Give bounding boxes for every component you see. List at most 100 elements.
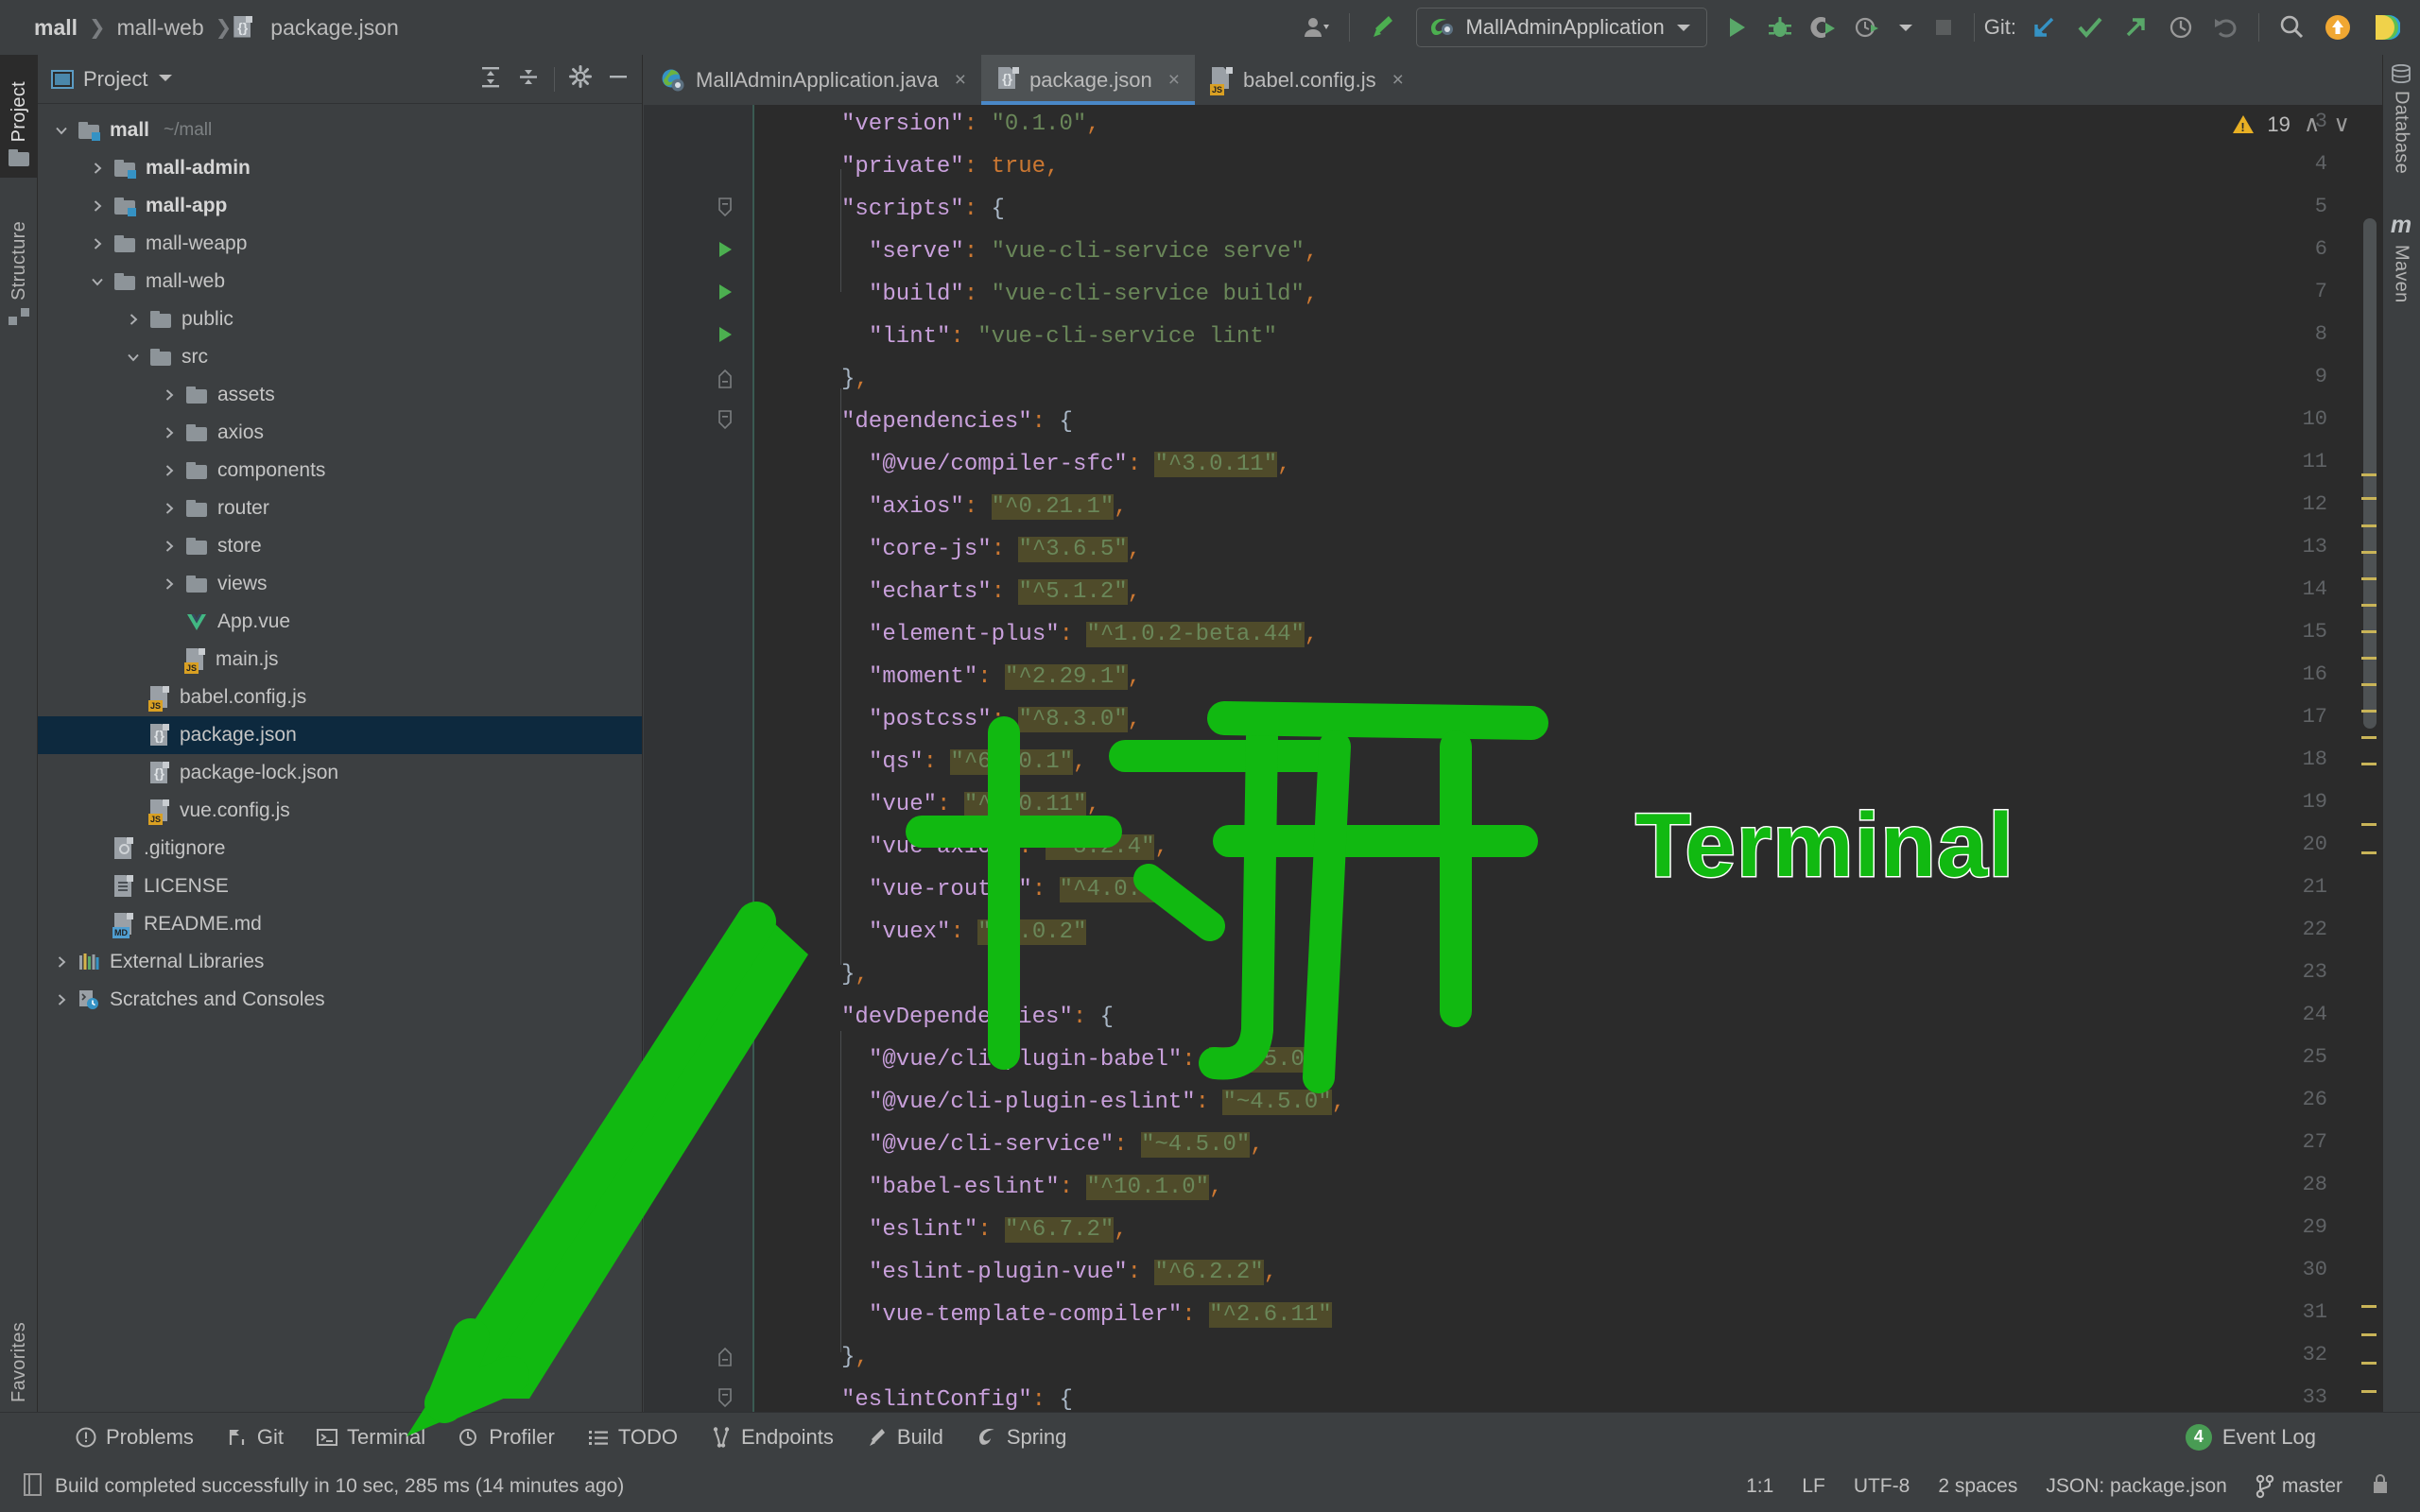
history-icon[interactable] bbox=[2158, 6, 2204, 49]
lock-icon[interactable] bbox=[2371, 1471, 2390, 1502]
inspection-tick[interactable] bbox=[2361, 710, 2377, 713]
chevron-right-icon[interactable] bbox=[159, 387, 180, 403]
inspection-tick[interactable] bbox=[2361, 551, 2377, 554]
code-line[interactable]: "eslint": "^6.7.2", bbox=[814, 1217, 1128, 1243]
chevron-right-icon[interactable] bbox=[51, 954, 72, 970]
inspection-tick[interactable] bbox=[2361, 577, 2377, 580]
code-line[interactable]: "version": "0.1.0", bbox=[814, 113, 1100, 136]
tree-node-babel-config-js[interactable]: JS babel.config.js bbox=[38, 679, 642, 716]
line-separator[interactable]: LF bbox=[1802, 1475, 1825, 1498]
fold-open-gutter-icon[interactable] bbox=[712, 409, 738, 437]
code-line[interactable]: "vuex": "^4.0.2" bbox=[814, 919, 1087, 945]
tree-node-axios[interactable]: axios bbox=[38, 414, 642, 452]
code-line[interactable]: "vue-template-compiler": "^2.6.11" bbox=[814, 1302, 1332, 1328]
code-line[interactable]: "postcss": "^8.3.0", bbox=[814, 707, 1141, 732]
sidebar-item-structure[interactable]: Structure bbox=[0, 183, 38, 335]
event-log-button[interactable]: 4 Event Log bbox=[2185, 1423, 2420, 1451]
breadcrumb-item-module[interactable]: mall-web bbox=[108, 15, 214, 41]
inspection-tick[interactable] bbox=[2361, 524, 2377, 527]
file-encoding[interactable]: UTF-8 bbox=[1854, 1475, 1910, 1498]
hide-panel-icon[interactable] bbox=[606, 64, 631, 94]
code-line[interactable]: "moment": "^2.29.1", bbox=[814, 664, 1141, 690]
indent-setting[interactable]: 2 spaces bbox=[1938, 1475, 2017, 1498]
inspection-tick[interactable] bbox=[2361, 1390, 2377, 1393]
collapse-all-icon[interactable] bbox=[516, 64, 541, 94]
tree-node-public[interactable]: public bbox=[38, 301, 642, 338]
inspection-widget[interactable]: 19 ∧ ∨ bbox=[2233, 111, 2350, 138]
chevron-right-icon[interactable] bbox=[159, 539, 180, 554]
code-line[interactable]: "core-js": "^3.6.5", bbox=[814, 537, 1141, 562]
updates-available-icon[interactable] bbox=[2314, 6, 2361, 49]
tree-node-readme-md[interactable]: MD README.md bbox=[38, 905, 642, 943]
tree-node-components[interactable]: components bbox=[38, 452, 642, 490]
tree-node-src[interactable]: src bbox=[38, 338, 642, 376]
close-icon[interactable]: × bbox=[1168, 69, 1180, 92]
chevron-right-icon[interactable] bbox=[159, 425, 180, 440]
code-line[interactable]: "lint": "vue-cli-service lint" bbox=[814, 326, 1277, 349]
build-hammer-icon[interactable] bbox=[1359, 6, 1409, 49]
debug-icon[interactable] bbox=[1758, 6, 1802, 49]
code-line[interactable]: "axios": "^0.21.1", bbox=[814, 494, 1128, 520]
run-with-coverage-icon[interactable] bbox=[1802, 6, 1845, 49]
breadcrumb-item-file[interactable]: package.json bbox=[261, 15, 408, 41]
inspection-tick[interactable] bbox=[2361, 657, 2377, 660]
chevron-down-icon[interactable] bbox=[157, 71, 174, 88]
fold-close-gutter-icon[interactable] bbox=[712, 962, 738, 989]
tree-node-vue-config-js[interactable]: JS vue.config.js bbox=[38, 792, 642, 830]
tree-node-mall-app[interactable]: mall-app bbox=[38, 187, 642, 225]
chevron-right-icon[interactable] bbox=[159, 576, 180, 592]
tree-node-views[interactable]: views bbox=[38, 565, 642, 603]
run-script-gutter-icon[interactable] bbox=[712, 282, 738, 307]
sidebar-item-maven[interactable]: m Maven bbox=[2382, 204, 2420, 332]
code-line[interactable]: "dependencies": { bbox=[814, 411, 1073, 434]
code-line[interactable]: }, bbox=[814, 964, 869, 987]
fold-close-gutter-icon[interactable] bbox=[712, 367, 738, 394]
close-icon[interactable]: × bbox=[955, 69, 966, 92]
editor-tab-package-json[interactable]: {} package.json × bbox=[981, 55, 1195, 105]
code-line[interactable]: "@vue/cli-service": "~4.5.0", bbox=[814, 1132, 1264, 1158]
tool-window-button-todo[interactable]: TODO bbox=[571, 1425, 694, 1450]
git-push-icon[interactable] bbox=[2113, 6, 2158, 49]
run-configuration-selector[interactable]: MallAdminApplication bbox=[1416, 8, 1707, 47]
tree-node-mall-web[interactable]: mall-web bbox=[38, 263, 642, 301]
tool-window-button-endpoints[interactable]: Endpoints bbox=[694, 1425, 850, 1450]
tree-node-license[interactable]: LICENSE bbox=[38, 868, 642, 905]
breadcrumb-item-project[interactable]: mall bbox=[25, 15, 87, 41]
inspection-tick[interactable] bbox=[2361, 604, 2377, 607]
code-line[interactable]: "private": true, bbox=[814, 156, 1059, 179]
code-line[interactable]: "@vue/cli-plugin-babel": "~4.5.0", bbox=[814, 1047, 1332, 1073]
inspection-tick[interactable] bbox=[2361, 763, 2377, 765]
code-line[interactable]: "element-plus": "^1.0.2-beta.44", bbox=[814, 622, 1318, 647]
inspection-scrollbar[interactable] bbox=[2350, 105, 2382, 1427]
tree-node-assets[interactable]: assets bbox=[38, 376, 642, 414]
tree-node-external-libraries[interactable]: External Libraries bbox=[38, 943, 642, 981]
code-line[interactable]: "qs": "^6.10.1", bbox=[814, 749, 1086, 775]
chevron-right-icon[interactable] bbox=[159, 501, 180, 516]
ide-logo-icon[interactable] bbox=[2361, 6, 2409, 49]
tool-window-button-profiler[interactable]: Profiler bbox=[441, 1425, 571, 1450]
git-branch-widget[interactable]: master bbox=[2256, 1474, 2342, 1499]
chevron-down-icon[interactable] bbox=[123, 350, 144, 365]
git-commit-icon[interactable] bbox=[2067, 6, 2113, 49]
chevron-right-icon[interactable] bbox=[123, 312, 144, 327]
tree-node-store[interactable]: store bbox=[38, 527, 642, 565]
profiler-icon[interactable] bbox=[1845, 6, 1889, 49]
code-line[interactable]: "eslint-plugin-vue": "^6.2.2", bbox=[814, 1260, 1277, 1285]
tree-node-package-lock-json[interactable]: {} package-lock.json bbox=[38, 754, 642, 792]
caret-position[interactable]: 1:1 bbox=[1746, 1475, 1773, 1498]
tree-node--gitignore[interactable]: .gitignore bbox=[38, 830, 642, 868]
code-line[interactable]: "babel-eslint": "^10.1.0", bbox=[814, 1175, 1222, 1200]
next-problem-icon[interactable]: ∨ bbox=[2333, 111, 2350, 138]
tree-node-main-js[interactable]: JS main.js bbox=[38, 641, 642, 679]
run-script-gutter-icon[interactable] bbox=[712, 239, 738, 265]
tree-node-app-vue[interactable]: App.vue bbox=[38, 603, 642, 641]
tree-node-router[interactable]: router bbox=[38, 490, 642, 527]
code-line[interactable]: "echarts": "^5.1.2", bbox=[814, 579, 1141, 605]
code-line[interactable]: "vue": "^3.0.11", bbox=[814, 792, 1100, 817]
code-line[interactable]: "@vue/compiler-sfc": "^3.0.11", bbox=[814, 452, 1291, 477]
tree-node-package-json[interactable]: {} package.json bbox=[38, 716, 642, 754]
chevron-down-icon[interactable] bbox=[51, 123, 72, 138]
settings-gear-icon[interactable] bbox=[568, 64, 593, 94]
chevron-right-icon[interactable] bbox=[87, 236, 108, 251]
run-script-gutter-icon[interactable] bbox=[712, 324, 738, 350]
